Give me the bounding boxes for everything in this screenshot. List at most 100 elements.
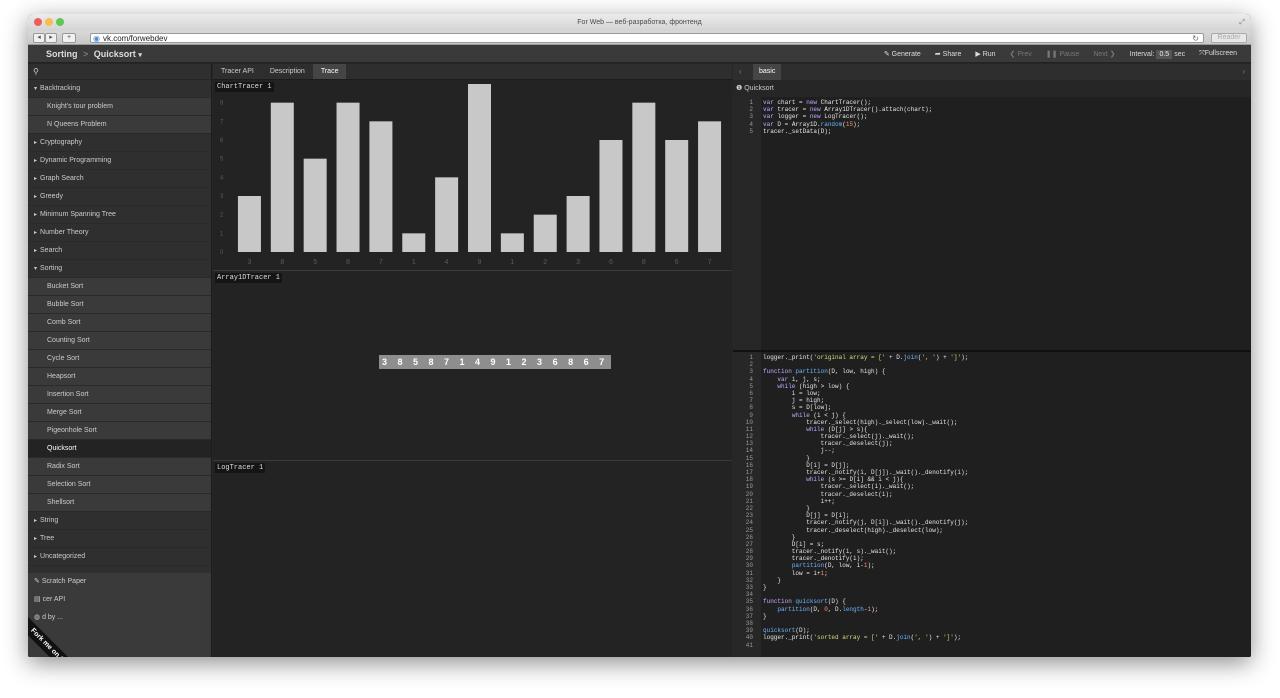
caret-down-icon[interactable]: ▾ [138,52,142,59]
sidebar-item-knight-s-tour-problem[interactable]: Knight's tour problem [28,98,211,116]
pencil-icon: ✎ [883,51,890,58]
generate-button[interactable]: ✎ Generate [884,50,921,58]
breadcrumb-category[interactable]: Sorting [46,49,78,59]
sidebar-search[interactable]: ⚲ [28,64,211,80]
code-text: logger._print('sorted array = [' + D.joi… [763,634,962,642]
sidebar-item-bucket-sort[interactable]: Bucket Sort [28,278,211,296]
tab-tracer-api[interactable]: Tracer API [213,64,262,79]
sidebar-item-merge-sort[interactable]: Merge Sort [28,404,211,422]
close-window-button[interactable] [34,18,42,26]
algorithm-code-editor[interactable]: 1 logger._print('original array = [' + D.… [733,352,1251,657]
sidebar-item-n-queens-problem[interactable]: N Queens Problem [28,116,211,134]
sidebar-item-quicksort[interactable]: Quicksort [28,440,211,458]
search-icon: ⚲ [33,67,39,76]
chevron-right-icon[interactable]: › [1242,64,1245,80]
x-tick-label: 8 [642,259,646,266]
chart-bar [369,121,393,252]
sidebar-item-counting-sort[interactable]: Counting Sort [28,332,211,350]
pause-button[interactable]: ❚❚ Pause [1046,50,1080,58]
interval-input[interactable]: 0.5 [1156,49,1173,59]
run-button[interactable]: ▶ Run [975,50,995,58]
tracer-api-link[interactable]: ▤ cer API [28,591,211,609]
x-tick-label: 7 [708,259,712,266]
code-text: quicksort(D); [763,627,810,635]
reload-icon[interactable]: ↻ [1192,34,1199,43]
prev-button[interactable]: ❮ Prev [1010,50,1032,58]
x-tick-label: 7 [379,259,383,266]
chart-bar [632,102,656,253]
code-text: var logger = new LogTracer(); [763,113,868,121]
chart-bar [500,233,524,252]
sidebar-item-radix-sort[interactable]: Radix Sort [28,458,211,476]
sidebar-item-sorting[interactable]: ▾ Sorting [28,260,211,278]
code-line: 24 tracer._notify(j, D[i])._wait()._deno… [733,519,1251,526]
chevron-left-icon[interactable]: ‹ [739,64,742,80]
main-area: ⚲ ▾ Backtracking Knight's tour problem N Qu… [28,64,1251,657]
line-number: 8 [749,404,753,412]
sidebar-item-comb-sort[interactable]: Comb Sort [28,314,211,332]
line-number: 15 [745,454,753,462]
code-text: tracer._setData(D); [763,127,832,135]
sidebar-item-greedy[interactable]: ▸ Greedy [28,188,211,206]
scratch-paper-link[interactable]: ✎ Scratch Paper [28,573,211,591]
code-text: tracer._notify(i, s)._wait(); [763,548,897,556]
back-button[interactable]: ◂ [33,33,45,43]
sidebar-item-label: Tree [40,535,55,542]
sidebar-item-backtracking[interactable]: ▾ Backtracking [28,80,211,98]
sidebar-item-string[interactable]: ▸ String [28,512,211,530]
sidebar-item-label: Selection Sort [47,481,91,488]
y-tick-label: 7 [220,119,224,125]
code-text: var tracer = new Array1DTracer().attach(… [763,106,933,114]
sidebar-item-heapsort[interactable]: Heapsort [28,368,211,386]
sidebar-item-tree[interactable]: ▸ Tree [28,530,211,548]
code-line: 37} [733,613,1251,620]
sidebar-item-graph-search[interactable]: ▸ Graph Search [28,170,211,188]
sidebar-item-shellsort[interactable]: Shellsort [28,494,211,512]
breadcrumb: Sorting > Quicksort ▾ [46,47,142,63]
line-number: 30 [745,562,753,570]
address-bar[interactable]: ◉ vk.com/forwebdev ↻ [90,33,1204,43]
next-button[interactable]: Next ❯ [1093,50,1115,58]
sidebar-item-dynamic-programming[interactable]: ▸ Dynamic Programming [28,152,211,170]
minimize-window-button[interactable] [45,18,53,26]
github-credit-link[interactable]: ◍ d by ... [28,609,211,627]
line-number: 31 [745,569,753,577]
code-text: partition(D, low, i-1); [791,562,875,570]
sidebar-item-insertion-sort[interactable]: Insertion Sort [28,386,211,404]
tab-description[interactable]: Description [262,64,313,79]
line-number: 5 [749,127,753,135]
prev-label: Prev [1017,51,1032,58]
line-number: 24 [745,519,753,527]
fullscreen-button[interactable]: ⤧Fullscreen [1199,50,1237,58]
line-number: 3 [749,368,753,376]
sidebar-item-search[interactable]: ▸ Search [28,242,211,260]
sidebar-item-cycle-sort[interactable]: Cycle Sort [28,350,211,368]
reader-button[interactable]: Reader [1211,33,1247,43]
share-button[interactable]: ➦ Share [935,50,962,58]
zoom-window-button[interactable] [56,18,64,26]
caret-right-icon: ▸ [34,536,38,542]
sidebar-item-selection-sort[interactable]: Selection Sort [28,476,211,494]
sidebar-item-minimum-spanning-tree[interactable]: ▸ Minimum Spanning Tree [28,206,211,224]
code-line: 31 low = i+1; [733,570,1251,577]
viz-tabs: Tracer API Description Trace [213,64,732,80]
breadcrumb-current[interactable]: Quicksort [94,49,136,59]
line-number: 11 [745,425,753,433]
sidebar-item-uncategorized[interactable]: ▸ Uncategorized [28,548,211,566]
sidebar-item-number-theory[interactable]: ▸ Number Theory [28,224,211,242]
tab-basic[interactable]: basic [753,64,782,80]
sidebar-item-cryptography[interactable]: ▸ Cryptography [28,134,211,152]
tracer-api-label: cer API [42,596,66,603]
code-text: s = D[low]; [763,404,832,412]
code-line: 15 } [733,455,1251,462]
data-code-editor[interactable]: 1 var chart = new ChartTracer(); 2 var trac… [733,97,1251,350]
forward-button[interactable]: ▸ [45,33,57,43]
sidebar-item-bubble-sort[interactable]: Bubble Sort [28,296,211,314]
code-line: 9 while (i < j) { [733,412,1251,419]
sidebar-item-pigeonhole-sort[interactable]: Pigeonhole Sort [28,422,211,440]
fullscreen-arrows-icon[interactable]: ⤢ [1239,14,1245,31]
code-line: 4 var D = Array1D.random(15); [733,121,1251,128]
new-tab-button[interactable]: + [62,33,76,43]
tab-trace[interactable]: Trace [312,64,347,79]
bar-chart: 0 1 2 3 4 5 6 7 8 3 8 5 8 7 1 4 9 1 2 3 6 8 6 7 [220,84,722,266]
